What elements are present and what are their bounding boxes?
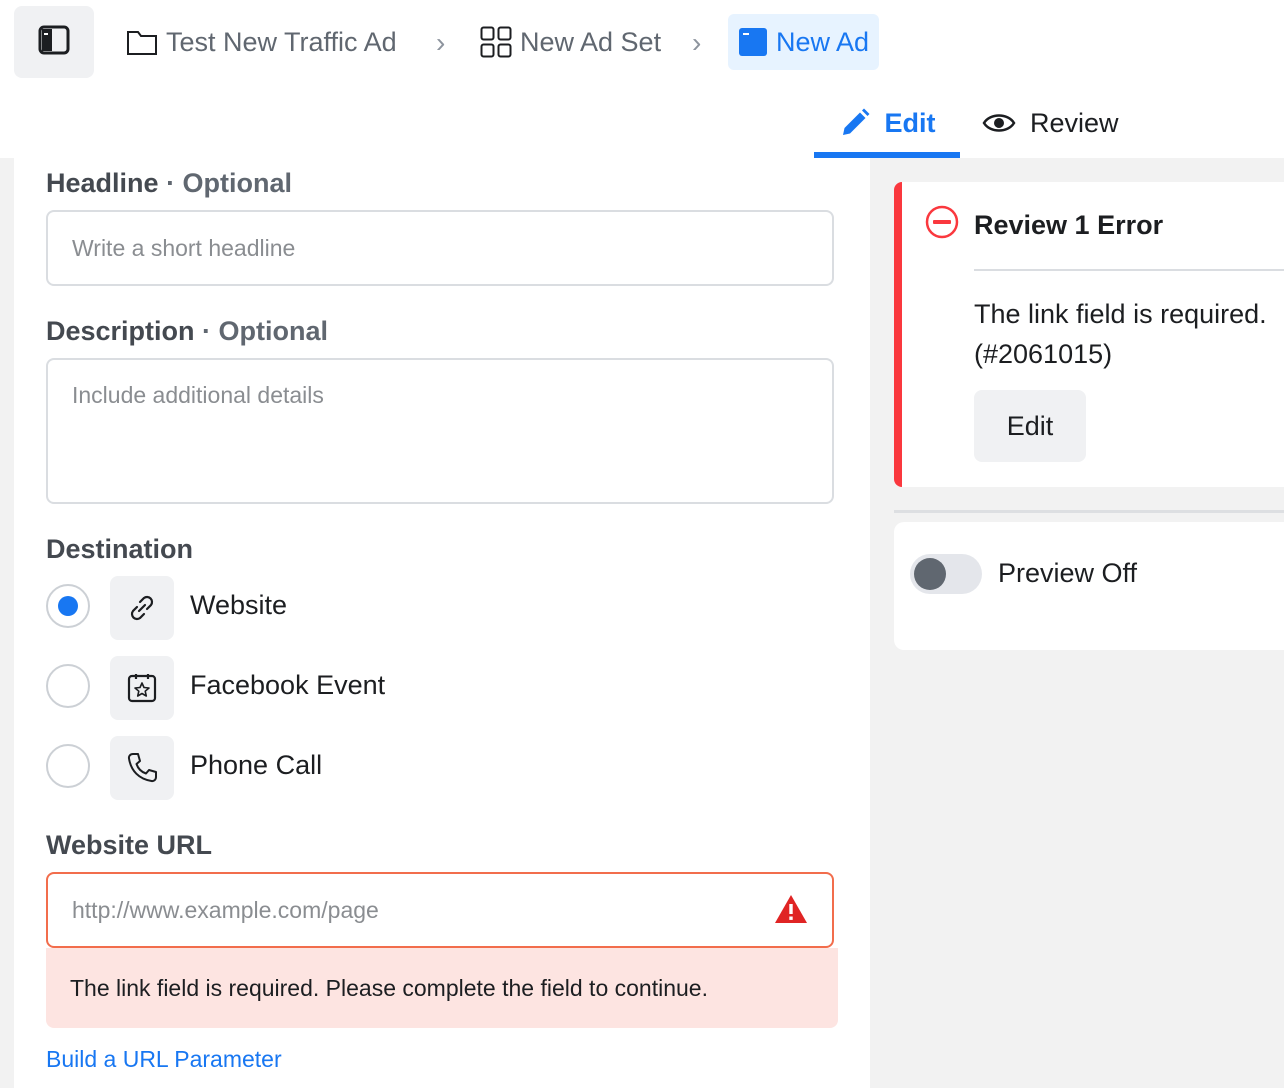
- destination-option-phone-call[interactable]: Phone Call: [46, 736, 546, 800]
- eye-icon: [982, 111, 1016, 135]
- description-label: Description · Optional: [46, 316, 329, 346]
- headline-label: Headline · Optional: [46, 168, 293, 198]
- phone-icon: [110, 736, 174, 800]
- event-icon: [110, 656, 174, 720]
- panel-toggle-button[interactable]: [14, 6, 94, 78]
- review-error-edit-button[interactable]: Edit: [974, 390, 1086, 462]
- breadcrumb-campaign-label: Test New Traffic Ad: [166, 26, 397, 57]
- top-bar: Test New Traffic Ad › New Ad Set › New A…: [0, 0, 1284, 158]
- website-label: Website: [190, 590, 288, 620]
- review-error-card: Review 1 Error The link field is require…: [894, 182, 1284, 487]
- destination-option-website[interactable]: Website: [46, 576, 546, 640]
- breadcrumb-campaign[interactable]: Test New Traffic Ad: [126, 14, 397, 70]
- phone-call-radio[interactable]: [46, 744, 90, 788]
- description-field: [46, 358, 834, 504]
- website-radio[interactable]: [46, 584, 90, 628]
- review-error-title: Review 1 Error: [974, 210, 1164, 240]
- tab-edit[interactable]: Edit: [814, 90, 960, 158]
- preview-card: Preview Off: [894, 522, 1284, 650]
- chevron-right-icon: ›: [436, 27, 446, 58]
- headline-input[interactable]: [48, 212, 832, 284]
- sidebar-toggle-icon: [38, 25, 70, 60]
- breadcrumb-ad[interactable]: New Ad: [728, 14, 880, 70]
- grid-icon: [480, 26, 512, 58]
- divider: [894, 510, 1284, 513]
- tab-edit-label: Edit: [884, 107, 936, 138]
- divider: [974, 269, 1284, 271]
- folder-icon: [126, 28, 158, 56]
- breadcrumb-ad-label: New Ad: [776, 26, 870, 57]
- tab-review[interactable]: Review: [982, 90, 1119, 156]
- ad-icon: [738, 27, 768, 57]
- facebook-event-label: Facebook Event: [190, 670, 386, 700]
- breadcrumb-ad-set-label: New Ad Set: [520, 26, 662, 57]
- description-input[interactable]: [48, 360, 832, 500]
- error-icon: [924, 204, 960, 245]
- description-optional: · Optional: [202, 316, 329, 346]
- headline-optional: · Optional: [166, 168, 293, 198]
- website-url-label: Website URL: [46, 830, 213, 860]
- tab-review-label: Review: [1030, 107, 1119, 138]
- headline-field: [46, 210, 834, 286]
- breadcrumb-ad-set[interactable]: New Ad Set: [480, 14, 661, 70]
- facebook-event-radio[interactable]: [46, 664, 90, 708]
- preview-label: Preview Off: [998, 558, 1138, 588]
- website-url-input[interactable]: [48, 874, 832, 946]
- phone-call-label: Phone Call: [190, 750, 323, 780]
- destination-label: Destination: [46, 534, 194, 564]
- warning-icon: [774, 894, 808, 929]
- destination-option-facebook-event[interactable]: Facebook Event: [46, 656, 546, 720]
- website-url-error: The link field is required. Please compl…: [46, 948, 838, 1028]
- preview-toggle[interactable]: [910, 554, 982, 594]
- website-url-field: [46, 872, 834, 948]
- ad-form-panel: Headline · Optional Description · Option…: [14, 158, 870, 1088]
- link-icon: [110, 576, 174, 640]
- chevron-right-icon: ›: [692, 27, 702, 58]
- review-error-message: The link field is required. (#2061015): [974, 299, 1267, 369]
- build-url-parameter-link[interactable]: Build a URL Parameter: [46, 1046, 282, 1073]
- pencil-icon: [839, 107, 871, 139]
